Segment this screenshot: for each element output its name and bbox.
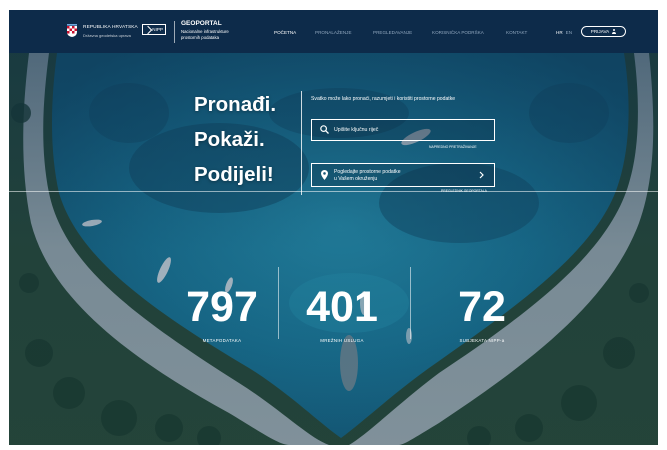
nav-pocetna[interactable]: POČETNA (274, 30, 296, 35)
org-name: REPUBLIKA HRVATSKA (83, 25, 138, 30)
hero-vertical-divider (301, 91, 302, 195)
language-switcher: HR EN (556, 30, 572, 35)
org-subtitle: Državna geodetska uprava (83, 33, 131, 38)
site-header: REPUBLIKA HRVATSKA Državna geodetska upr… (9, 10, 658, 53)
stat-services-label: MREŽNIH USLUGA (320, 338, 364, 343)
portal-title[interactable]: GEOPORTAL (181, 20, 222, 27)
hero-content: Pronađi. Pokaži. Podijeli! Svatko može l… (9, 53, 658, 445)
chevron-right-icon (479, 171, 484, 179)
search-input[interactable] (334, 124, 484, 136)
hero-intro-text: Svatko može lako pronaći, razumjeti i ko… (311, 96, 456, 102)
tagline-share: Podijeli! (194, 163, 274, 186)
portal-subtitle-line2: prostornih podataka (181, 35, 219, 40)
login-label: PRIJAVA (590, 29, 610, 34)
tagline-find: Pronađi. (194, 93, 277, 116)
lang-hr[interactable]: HR (556, 30, 563, 35)
portal-subtitle-line1: Nacionalne infrastrukture (181, 29, 229, 34)
croatian-crest-icon (67, 24, 77, 37)
stat-metadata-count: 797 (186, 283, 258, 331)
location-pin-icon (321, 170, 328, 180)
nav-korisnicka-podrska[interactable]: KORISNIČKA PODRŠKA (432, 30, 484, 35)
nav-kontakt[interactable]: KONTAKT (506, 30, 527, 35)
nearby-text-line1: Pogledajte prostorne podatke (334, 169, 401, 175)
lang-en[interactable]: EN (566, 30, 572, 35)
geoportal-viewer-link[interactable]: PREGLEDNIK GEOPORTALA (441, 189, 487, 193)
stat-metadata-label: METAPODATAKA (202, 338, 242, 343)
header-divider (174, 21, 175, 43)
search-icon (320, 125, 329, 134)
login-button[interactable]: PRIJAVA (581, 26, 626, 37)
stat-subjects-label: SUBJEKATA NIPP-a (459, 338, 505, 343)
stat-subjects-count: 72 (458, 283, 506, 331)
nipp-logo[interactable]: NIPP (142, 24, 166, 35)
stat-services-count: 401 (306, 283, 378, 331)
nearby-data-button[interactable]: Pogledajte prostorne podatke u Vašem okr… (311, 163, 495, 187)
nav-pregledavanje[interactable]: PREGLEDAVANJE (373, 30, 412, 35)
user-icon (612, 29, 617, 34)
page-frame: REPUBLIKA HRVATSKA Državna geodetska upr… (9, 10, 658, 445)
tagline-show: Pokaži. (194, 128, 265, 151)
nav-pronalazenje[interactable]: PRONALAŽENJE (315, 30, 352, 35)
stat-divider (410, 267, 411, 339)
search-box[interactable] (311, 119, 495, 141)
nipp-logo-text: NIPP (152, 27, 163, 32)
nearby-text-line2: u Vašem okruženju (334, 176, 378, 182)
advanced-search-link[interactable]: NAPREDNO PRETRAŽIVANJE (429, 145, 477, 149)
